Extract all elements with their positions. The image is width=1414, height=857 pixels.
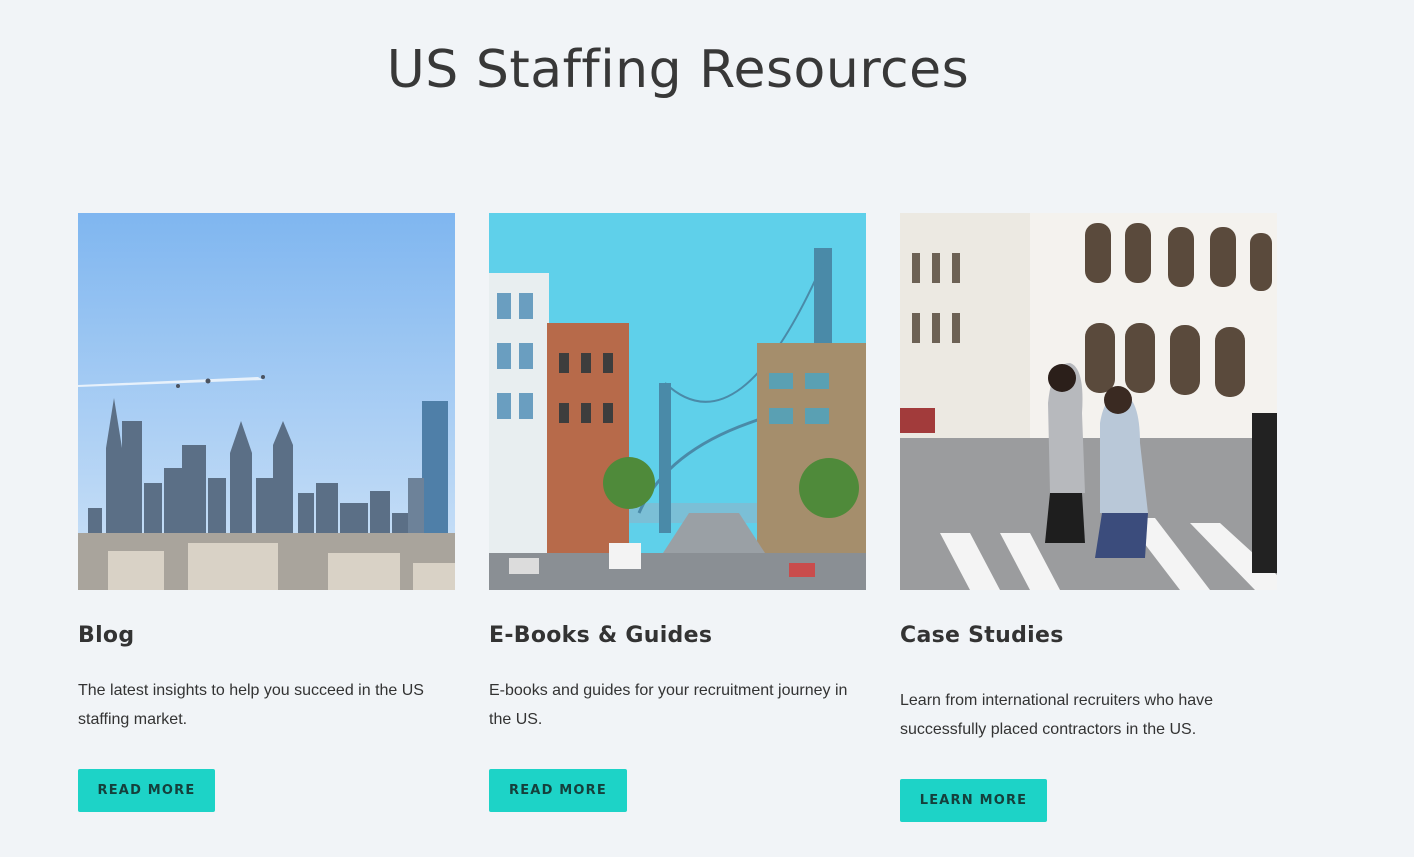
resource-card-blog: Blog The latest insights to help you suc… (78, 213, 455, 812)
case-studies-image[interactable] (900, 213, 1277, 590)
case-studies-learn-more-button[interactable]: LEARN MORE (900, 779, 1047, 822)
blog-read-more-button[interactable]: READ MORE (78, 769, 215, 812)
card-title: Blog (78, 623, 135, 648)
card-title: E-Books & Guides (489, 623, 713, 648)
blog-image[interactable] (78, 213, 455, 590)
page-title: US Staffing Resources (386, 40, 970, 100)
street-crossing-illustration (900, 213, 1277, 590)
city-skyline-illustration (78, 213, 455, 590)
card-description: E-books and guides for your recruitment … (489, 682, 848, 728)
card-description: The latest insights to help you succeed … (78, 682, 424, 728)
card-title: Case Studies (900, 623, 1064, 648)
resource-card-case-studies: Case Studies Learn from international re… (900, 213, 1277, 822)
resource-card-ebooks: E-Books & Guides E-books and guides for … (489, 213, 866, 812)
bridge-street-illustration (489, 213, 866, 590)
card-description: Learn from international recruiters who … (900, 692, 1214, 738)
ebooks-image[interactable] (489, 213, 866, 590)
ebooks-read-more-button[interactable]: READ MORE (489, 769, 627, 812)
